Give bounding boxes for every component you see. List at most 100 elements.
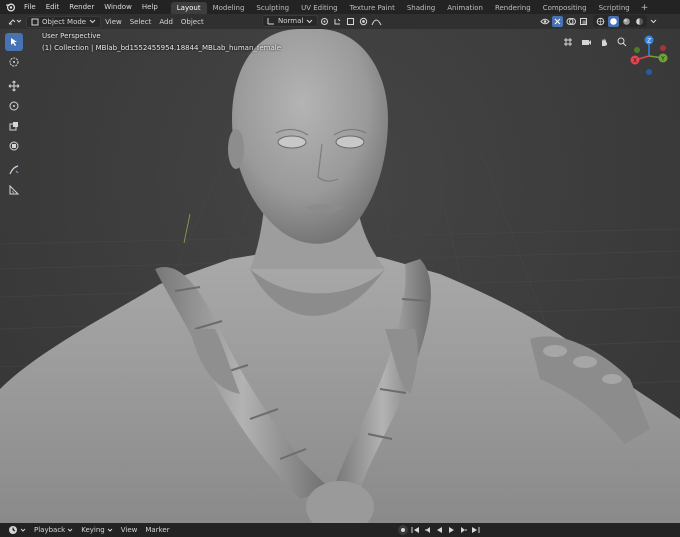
tab-layout[interactable]: Layout xyxy=(170,2,207,14)
keying-label: Keying xyxy=(81,526,105,534)
chevron-down-icon xyxy=(67,528,73,532)
measure-tool[interactable] xyxy=(5,181,23,199)
chevron-down-icon xyxy=(89,19,96,24)
3d-viewport[interactable]: User Perspective (1) Collection | MBlab_… xyxy=(0,29,680,523)
overlay-toggle-icon[interactable] xyxy=(565,16,576,27)
mode-label: Object Mode xyxy=(42,17,87,26)
rendered-shading-icon[interactable] xyxy=(634,16,645,27)
transform-icon xyxy=(9,141,19,151)
keying-menu[interactable]: Keying xyxy=(77,526,117,534)
gizmo-neg-x-icon[interactable] xyxy=(660,45,666,51)
rotate-tool[interactable] xyxy=(5,97,23,115)
cursor-arrow-icon xyxy=(11,38,17,46)
transform-tool[interactable] xyxy=(5,137,23,155)
chevron-down-icon xyxy=(20,528,26,532)
xray-toggle-icon[interactable] xyxy=(578,16,589,27)
visibility-icon[interactable] xyxy=(539,16,550,27)
playback-controls xyxy=(398,525,480,535)
collection-info-label: (1) Collection | MBlab_bd1552455954.1884… xyxy=(42,44,282,52)
proportional-edit-icon[interactable] xyxy=(358,16,369,27)
orientation-label: Normal xyxy=(278,17,304,25)
annotate-tool[interactable] xyxy=(5,161,23,179)
solid-shading-icon[interactable] xyxy=(608,15,619,27)
move-tool[interactable] xyxy=(5,77,23,95)
timeline-header: Playback Keying View Marker xyxy=(0,523,680,537)
playback-label: Playback xyxy=(34,526,66,534)
gizmo-neg-y-icon[interactable] xyxy=(634,47,640,53)
menu-add[interactable]: Add xyxy=(155,16,177,28)
menu-file[interactable]: File xyxy=(19,0,41,14)
shading-mode-group xyxy=(593,15,647,27)
menu-edit[interactable]: Edit xyxy=(41,0,65,14)
blender-logo-icon[interactable] xyxy=(4,2,16,12)
viewport-header: Object Mode View Select Add Object Norma… xyxy=(0,14,680,29)
grid-view-icon[interactable] xyxy=(560,35,576,49)
navigation-gizmo[interactable]: Z Y X xyxy=(625,32,673,80)
gizmo-toggle-icon[interactable] xyxy=(552,15,563,27)
timeline-editor-button[interactable] xyxy=(4,525,30,535)
gizmo-y-label: Y xyxy=(660,55,665,62)
tab-animation[interactable]: Animation xyxy=(441,2,489,14)
jump-start-icon[interactable] xyxy=(411,526,420,535)
material-shading-icon[interactable] xyxy=(621,16,632,27)
tab-texture-paint[interactable]: Texture Paint xyxy=(344,2,401,14)
mode-dropdown[interactable]: Object Mode xyxy=(26,15,102,28)
add-workspace-button[interactable]: + xyxy=(636,2,654,14)
pencil-icon xyxy=(9,165,19,175)
gizmo-z-label: Z xyxy=(647,37,651,44)
move-icon xyxy=(8,80,20,92)
head xyxy=(232,29,388,244)
tab-scripting[interactable]: Scripting xyxy=(593,2,636,14)
jump-end-icon[interactable] xyxy=(471,526,480,535)
scale-tool[interactable] xyxy=(5,117,23,135)
menu-render[interactable]: Render xyxy=(64,0,99,14)
tab-modeling[interactable]: Modeling xyxy=(207,2,251,14)
menu-view[interactable]: View xyxy=(101,16,126,28)
next-keyframe-icon[interactable] xyxy=(459,526,468,535)
tab-sculpting[interactable]: Sculpting xyxy=(250,2,295,14)
clock-icon xyxy=(9,526,17,534)
ruler-icon xyxy=(9,184,20,195)
snap-icon[interactable] xyxy=(332,16,343,27)
object-mode-icon xyxy=(31,18,39,25)
menu-object[interactable]: Object xyxy=(177,16,208,28)
chevron-down-icon xyxy=(306,19,313,23)
tool-shelf xyxy=(5,33,27,201)
tab-rendering[interactable]: Rendering xyxy=(489,2,537,14)
play-reverse-icon[interactable] xyxy=(435,526,444,535)
timeline-view-menu[interactable]: View xyxy=(117,526,142,534)
timeline-marker-menu[interactable]: Marker xyxy=(141,526,173,534)
prev-keyframe-icon[interactable] xyxy=(423,526,432,535)
pivot-icon[interactable] xyxy=(319,16,330,27)
menu-help[interactable]: Help xyxy=(137,0,163,14)
menu-select[interactable]: Select xyxy=(126,16,156,28)
human-female-mesh[interactable] xyxy=(0,29,680,523)
select-box-tool[interactable] xyxy=(5,33,23,51)
tab-compositing[interactable]: Compositing xyxy=(537,2,593,14)
snap-target-icon[interactable] xyxy=(345,16,356,27)
editor-type-button[interactable] xyxy=(4,16,26,28)
play-icon[interactable] xyxy=(447,526,456,535)
record-button[interactable] xyxy=(398,525,408,535)
playback-menu[interactable]: Playback xyxy=(30,526,77,534)
orientation-dropdown[interactable]: Normal xyxy=(262,15,319,27)
orientation-icon xyxy=(267,18,274,25)
falloff-icon[interactable] xyxy=(371,16,382,27)
menu-window[interactable]: Window xyxy=(99,0,137,14)
3d-cursor-icon xyxy=(9,57,19,67)
tab-uv-editing[interactable]: UV Editing xyxy=(295,2,344,14)
view-name-label: User Perspective xyxy=(42,32,101,40)
gizmo-neg-z-icon[interactable] xyxy=(646,69,652,75)
gizmo-x-label: X xyxy=(633,57,637,64)
chevron-down-icon xyxy=(107,528,113,532)
shading-options-icon[interactable] xyxy=(648,16,659,27)
scale-icon xyxy=(9,122,18,131)
cursor-tool[interactable] xyxy=(5,53,23,71)
editor-type-icon xyxy=(8,19,22,25)
wireframe-shading-icon[interactable] xyxy=(595,16,606,27)
workspace-tabs: Layout Modeling Sculpting UV Editing Tex… xyxy=(170,0,654,14)
tab-shading[interactable]: Shading xyxy=(401,2,441,14)
top-menubar: File Edit Render Window Help Layout Mode… xyxy=(0,0,680,14)
camera-view-icon[interactable] xyxy=(578,35,594,49)
pan-view-icon[interactable] xyxy=(596,35,612,49)
